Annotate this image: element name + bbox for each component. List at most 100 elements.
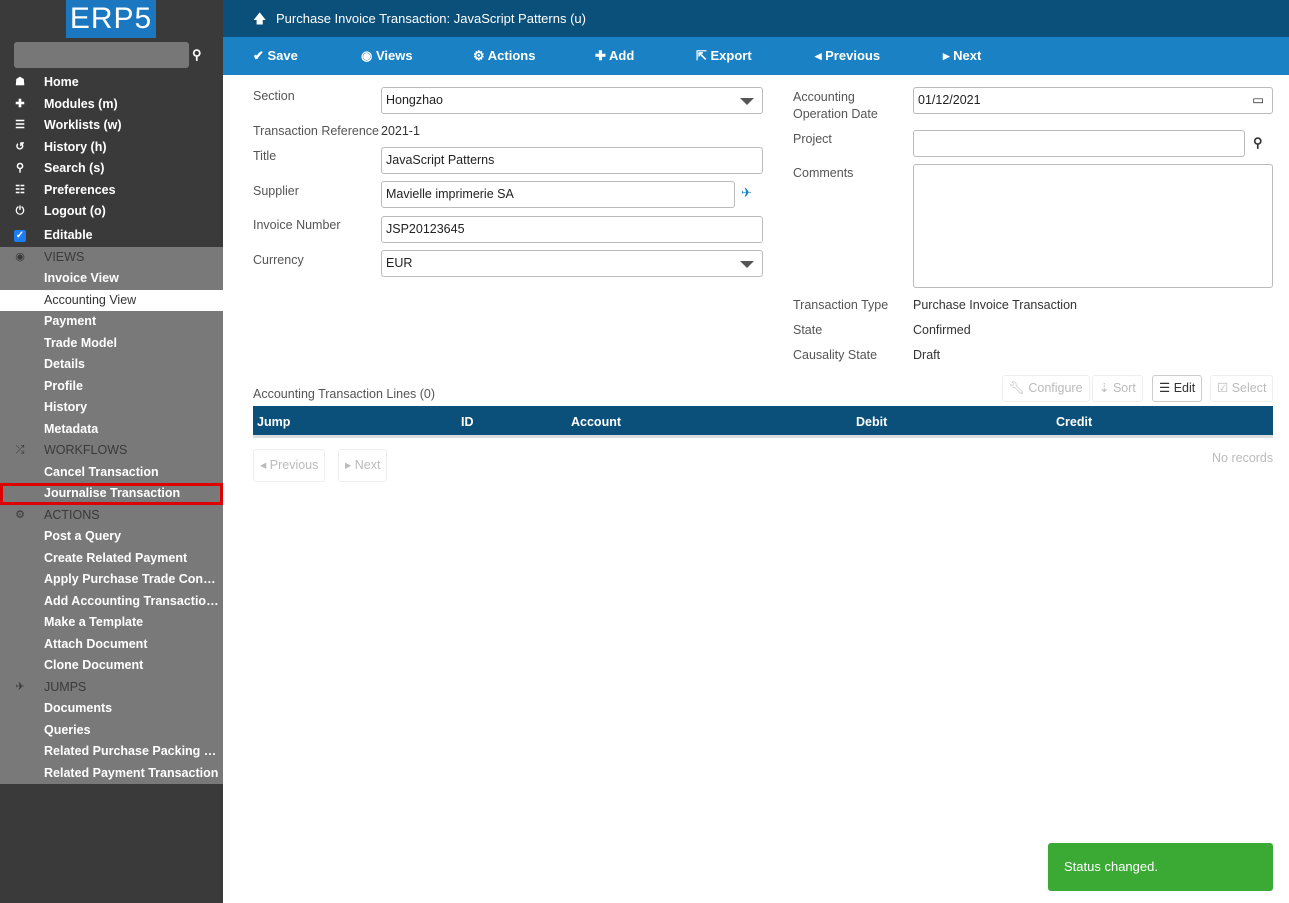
invoice-number-input[interactable]: JSP20123645: [381, 216, 763, 243]
currency-label: Currency: [253, 253, 304, 267]
select-label: Select: [1231, 381, 1267, 395]
sidebar-views-item[interactable]: Metadata: [0, 418, 223, 440]
section-jumps-label: JUMPS: [44, 679, 87, 694]
plane-icon: ✈: [15, 680, 25, 693]
random-icon: ⤮: [15, 444, 25, 456]
search-icon[interactable]: ⚲: [192, 47, 202, 63]
save-button[interactable]: ✔ Save: [253, 37, 298, 75]
edit-button[interactable]: ☰ Edit: [1152, 375, 1203, 402]
next-button[interactable]: ▸ Next: [943, 37, 981, 75]
sidebar-actions-item[interactable]: Post a Query: [0, 526, 223, 548]
sidebar-views-item[interactable]: Trade Model: [0, 332, 223, 354]
sidebar-actions-item[interactable]: Apply Purchase Trade Conditi...: [0, 569, 223, 591]
status-toast: Status changed.: [1048, 843, 1273, 891]
sidebar-item-preferences[interactable]: ☷ Preferences: [0, 180, 223, 202]
sidebar-actions-item[interactable]: Add Accounting Transaction L...: [0, 590, 223, 612]
edit-label: Edit: [1173, 381, 1196, 395]
caret-right-icon: ▸: [345, 458, 355, 472]
list-previous-button[interactable]: ◂ Previous: [253, 449, 326, 482]
sidebar-workflows-item[interactable]: Cancel Transaction: [0, 461, 223, 483]
checkbox-icon[interactable]: ✓: [13, 223, 27, 247]
sidebar-jumps-item[interactable]: Related Payment Transaction: [0, 762, 223, 784]
puzzle-icon: ✚: [15, 97, 25, 110]
column-debit[interactable]: Debit: [856, 415, 887, 429]
select-button[interactable]: ☑ Select: [1210, 375, 1274, 402]
sidebar-actions-item[interactable]: Attach Document: [0, 633, 223, 655]
plus-icon: ✚: [595, 48, 610, 63]
sidebar-views-item-label: Profile: [44, 378, 83, 393]
sidebar-views-item[interactable]: Payment: [0, 311, 223, 333]
transaction-reference-value: 2021-1: [381, 124, 420, 138]
sort-button[interactable]: ⇣ Sort: [1092, 375, 1143, 402]
calendar-icon[interactable]: ▭: [1252, 88, 1264, 113]
export-button[interactable]: ⇱ Export: [696, 37, 752, 75]
project-input[interactable]: [913, 130, 1245, 157]
column-account[interactable]: Account: [571, 415, 621, 429]
sidebar-views-item[interactable]: Accounting View: [0, 289, 223, 311]
sidebar-actions-item[interactable]: Create Related Payment: [0, 547, 223, 569]
column-jump[interactable]: Jump: [257, 415, 290, 429]
sidebar-item-history[interactable]: ↺ History (h): [0, 137, 223, 159]
sidebar-actions-item-label: Create Related Payment: [44, 550, 188, 565]
previous-button[interactable]: ◂ Previous: [815, 37, 880, 75]
sidebar-item-preferences-label: Preferences: [44, 182, 116, 197]
sidebar-search-input[interactable]: [14, 42, 189, 68]
sidebar-views-item[interactable]: History: [0, 397, 223, 419]
editable-toggle[interactable]: ✓ Editable: [0, 223, 223, 247]
sidebar-actions-item[interactable]: Make a Template: [0, 612, 223, 634]
dropdown-caret-icon: [740, 98, 754, 105]
sidebar-workflows-item[interactable]: Journalise Transaction: [0, 483, 223, 505]
plane-jump-icon[interactable]: ✈: [741, 185, 752, 201]
listbox-title: Accounting Transaction Lines (0): [253, 387, 436, 401]
sidebar-item-home[interactable]: ☗ Home: [0, 72, 223, 94]
search-icon[interactable]: ⚲: [1253, 135, 1263, 151]
sidebar-jumps-item[interactable]: Related Purchase Packing List: [0, 741, 223, 763]
section-select[interactable]: Hongzhao: [381, 87, 763, 114]
list-next-button[interactable]: ▸ Next: [338, 449, 388, 482]
erp5-logo[interactable]: ERP5: [66, 0, 156, 38]
sidebar-item-modules[interactable]: ✚ Modules (m): [0, 94, 223, 116]
sidebar-item-search-label: Search (s): [44, 161, 105, 175]
sidebar-item-home-label: Home: [44, 75, 79, 89]
sidebar-jumps-item[interactable]: Queries: [0, 719, 223, 741]
sidebar-views-item[interactable]: Invoice View: [0, 268, 223, 290]
power-icon: ⏻: [15, 205, 25, 217]
actions-button[interactable]: ⚙ Actions: [473, 37, 535, 75]
column-credit[interactable]: Credit: [1056, 415, 1092, 429]
sidebar-actions-item[interactable]: Clone Document: [0, 655, 223, 677]
project-label: Project: [793, 132, 832, 146]
page-title: Purchase Invoice Transaction: JavaScript…: [276, 11, 586, 26]
section-actions-label: ACTIONS: [44, 507, 100, 522]
sidebar-workflows-item-label: Cancel Transaction: [44, 464, 159, 479]
transaction-type-label: Transaction Type: [793, 298, 889, 312]
eye-icon: ◉: [361, 48, 376, 63]
sidebar-item-worklists-label: Worklists (w): [44, 118, 122, 132]
column-id[interactable]: ID: [461, 415, 474, 429]
date-input[interactable]: 01/12/2021 ▭: [913, 87, 1273, 114]
comments-textarea[interactable]: [913, 164, 1273, 288]
arrow-up-icon[interactable]: 🡅: [253, 0, 266, 37]
supplier-label: Supplier: [253, 184, 299, 198]
list-next-label: Next: [354, 458, 381, 472]
sidebar-views-item[interactable]: Profile: [0, 375, 223, 397]
wrench-icon: 🔧︎: [1009, 381, 1029, 395]
invoice-number-label: Invoice Number: [253, 218, 341, 232]
gears-icon: ⚙: [473, 48, 488, 63]
views-button[interactable]: ◉ Views: [361, 37, 413, 75]
sidebar-views-item-label: Accounting View: [44, 292, 137, 307]
sidebar-views-item[interactable]: Details: [0, 354, 223, 376]
title-input[interactable]: JavaScript Patterns: [381, 147, 763, 174]
search-icon: ⚲: [15, 162, 25, 174]
sidebar-jumps-item[interactable]: Documents: [0, 698, 223, 720]
home-icon: ☗: [15, 76, 25, 88]
sidebar-actions-item-label: Add Accounting Transaction L...: [44, 593, 223, 608]
sidebar-item-worklists[interactable]: ☰ Worklists (w): [0, 115, 223, 137]
currency-select[interactable]: EUR: [381, 250, 763, 277]
supplier-input[interactable]: Mavielle imprimerie SA: [381, 181, 735, 208]
add-button[interactable]: ✚ Add: [595, 37, 634, 75]
configure-button[interactable]: 🔧︎ Configure: [1002, 375, 1090, 402]
sidebar-views-item-label: Payment: [44, 314, 97, 328]
sidebar-item-logout[interactable]: ⏻ Logout (o): [0, 201, 223, 223]
section-jumps: ✈ JUMPS: [0, 676, 223, 698]
sidebar-item-search[interactable]: ⚲ Search (s): [0, 158, 223, 180]
